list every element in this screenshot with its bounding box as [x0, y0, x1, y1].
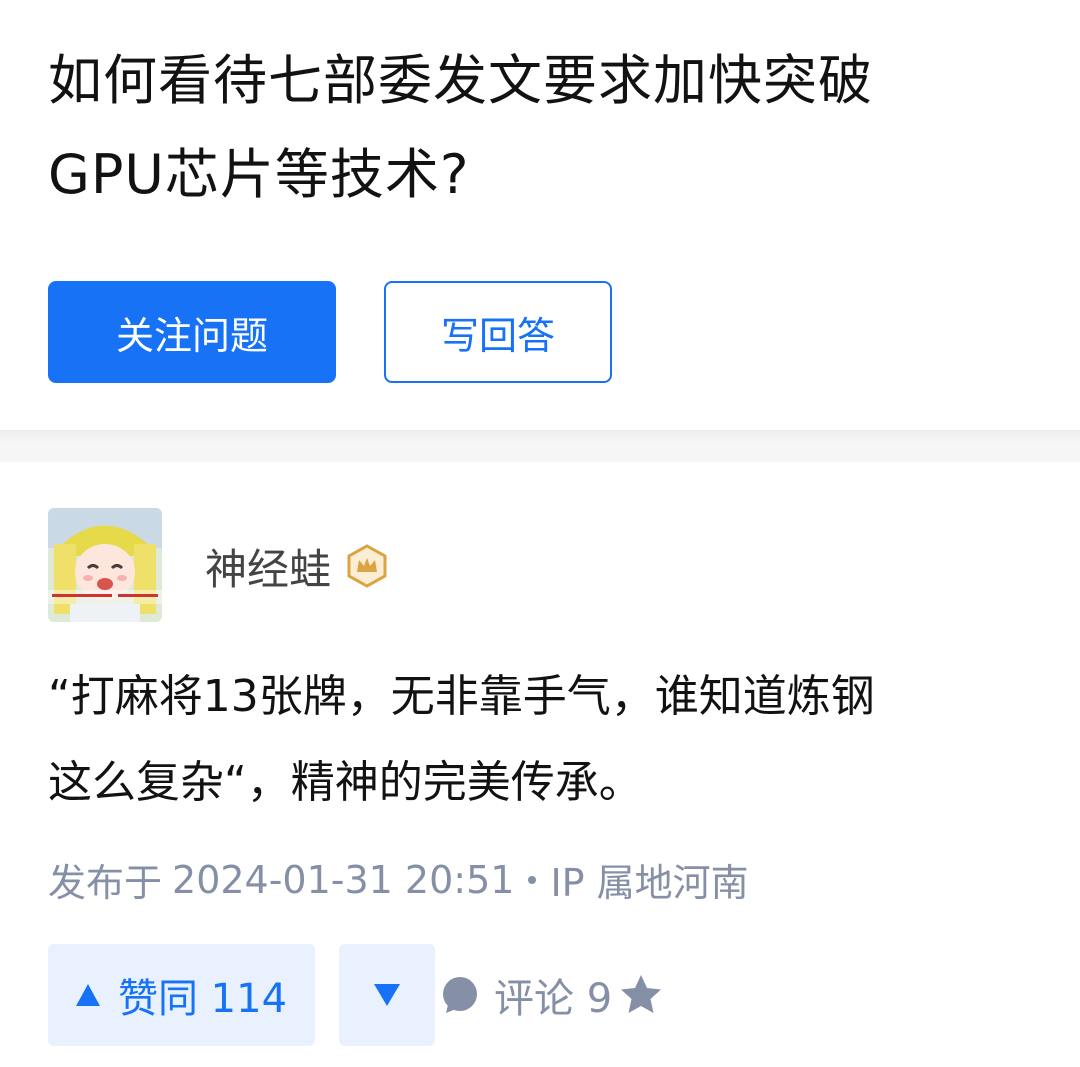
answer-meta: 发布于 2024-01-31 20:51 IP 属地河南	[48, 852, 749, 907]
upvote-arrow-icon	[75, 984, 100, 1006]
question-title-line-2[interactable]: GPU芯片等技术?	[48, 143, 470, 206]
author-avatar[interactable]	[48, 508, 162, 622]
section-divider	[0, 430, 1080, 462]
upvote-label: 赞同 114	[117, 976, 288, 1022]
question-title[interactable]: 如何看待七部委发文要求加快突破 GPU芯片等技术?	[48, 34, 1008, 222]
crown-badge-icon[interactable]	[345, 544, 389, 588]
comment-label: 评论 9	[494, 976, 613, 1022]
upvote-button[interactable]: 赞同 114	[48, 944, 315, 1046]
question-title-line-1[interactable]: 如何看待七部委发文要求加快突破	[48, 49, 873, 112]
comment-bubble-icon	[443, 977, 477, 1013]
star-icon[interactable]	[618, 972, 664, 1018]
author-info: 神经蛙	[205, 536, 389, 596]
question-header: 如何看待七部委发文要求加快突破 GPU芯片等技术? 关注问题 写回答	[0, 0, 1080, 430]
answer-content-line-1: “打麻将13张牌，无非靠手气，谁知道炼钢	[48, 671, 875, 722]
author-name[interactable]: 神经蛙	[205, 536, 331, 597]
answer-content[interactable]: “打麻将13张牌，无非靠手气，谁知道炼钢 这么复杂“，精神的完美传承。	[48, 654, 1028, 826]
answer-content-line-2: 这么复杂“，精神的完美传承。	[48, 757, 643, 808]
downvote-button[interactable]	[339, 944, 435, 1046]
follow-question-button[interactable]: 关注问题	[48, 281, 336, 383]
separator-dot	[528, 875, 537, 884]
write-answer-button[interactable]: 写回答	[384, 281, 612, 383]
comment-button[interactable]: 评论 9	[440, 964, 612, 1026]
published-timestamp: 2024-01-31 20:51	[172, 857, 515, 902]
downvote-arrow-icon	[374, 984, 400, 1006]
ip-location: IP 属地河南	[550, 861, 749, 905]
published-prefix: 发布于	[48, 861, 163, 905]
